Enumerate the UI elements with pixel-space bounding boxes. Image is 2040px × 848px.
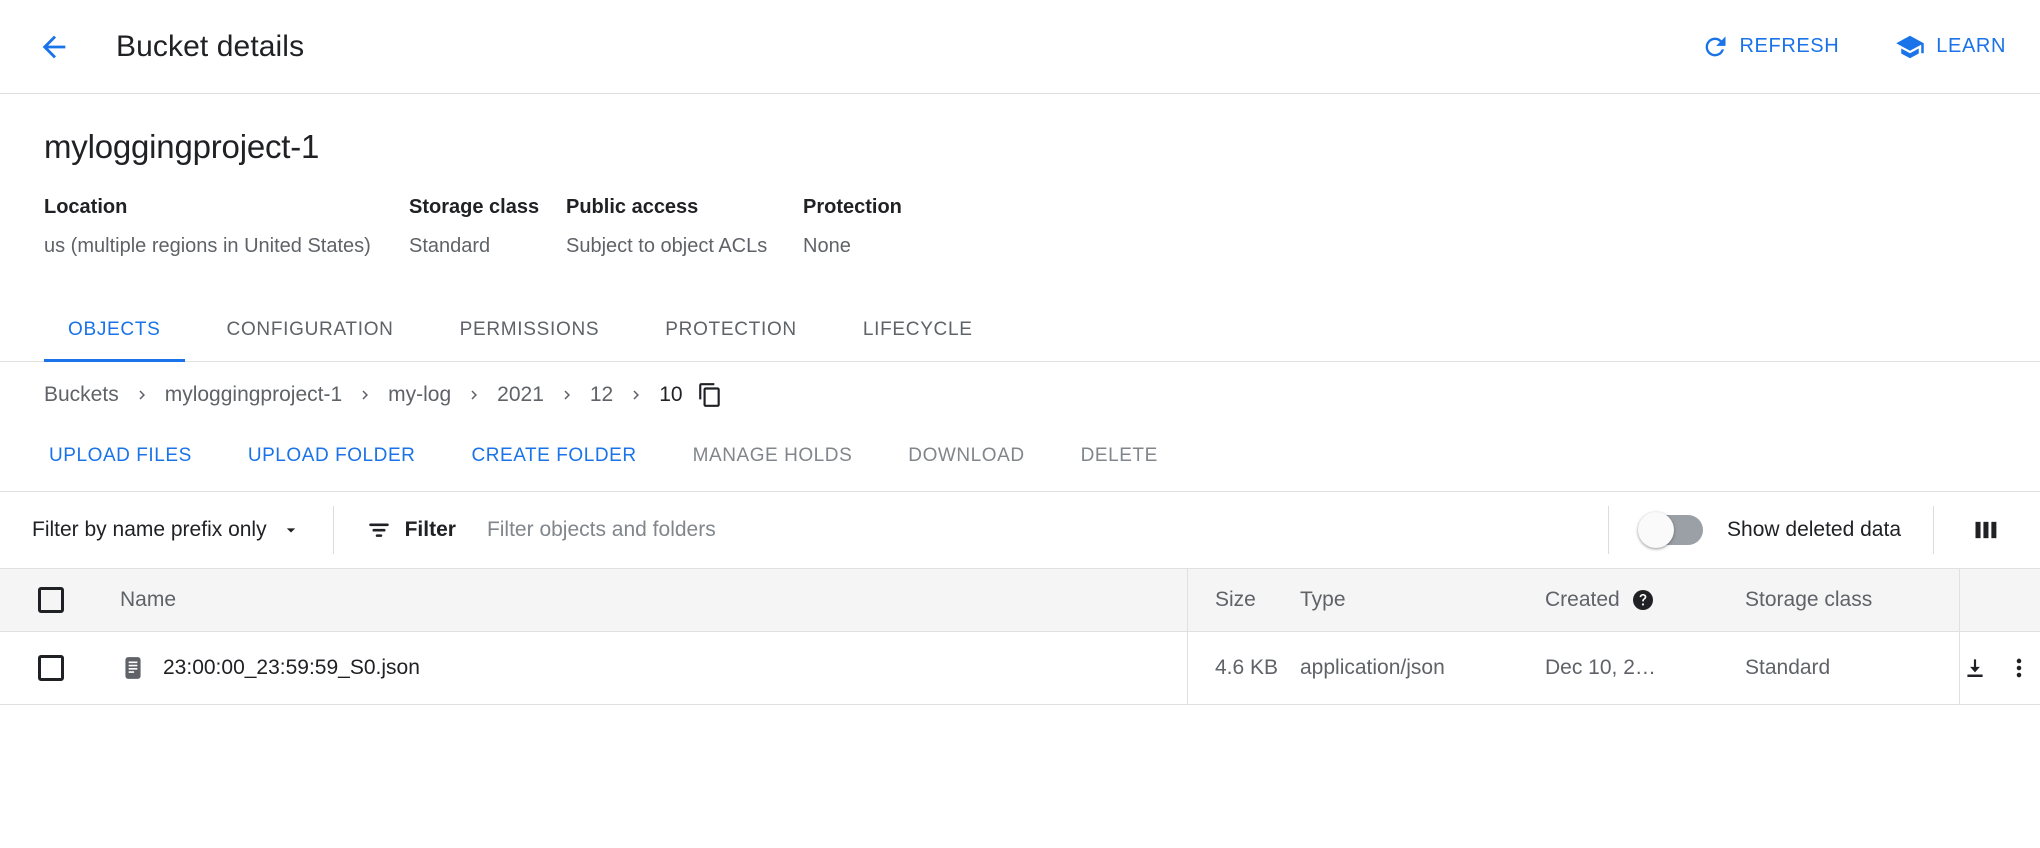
tab-configuration[interactable]: CONFIGURATION xyxy=(203,299,418,361)
back-button[interactable] xyxy=(30,23,78,71)
row-name-link[interactable]: 23:00:00_23:59:59_S0.json xyxy=(163,656,420,680)
school-icon xyxy=(1895,32,1925,62)
column-header-size[interactable]: Size xyxy=(1188,588,1300,612)
meta-public-access-label: Public access xyxy=(566,196,803,219)
download-button[interactable]: DOWNLOAD xyxy=(899,435,1033,477)
chevron-right-icon xyxy=(627,386,645,404)
row-storage-class: Standard xyxy=(1745,632,1960,704)
bucket-name: myloggingproject-1 xyxy=(44,128,1996,166)
select-all-cell xyxy=(0,587,92,613)
delete-button[interactable]: DELETE xyxy=(1072,435,1167,477)
breadcrumb: Buckets myloggingproject-1 my-log 2021 1… xyxy=(0,362,2040,400)
meta-location-value: us (multiple regions in United States) xyxy=(44,235,409,258)
tab-permissions[interactable]: PERMISSIONS xyxy=(436,299,624,361)
download-icon xyxy=(1962,655,1988,681)
row-type: application/json xyxy=(1300,656,1545,680)
filter-button[interactable]: Filter xyxy=(366,517,456,543)
refresh-button[interactable]: REFRESH xyxy=(1701,33,1840,61)
tab-objects[interactable]: OBJECTS xyxy=(44,299,185,361)
tab-bar: OBJECTS CONFIGURATION PERMISSIONS PROTEC… xyxy=(0,300,2040,362)
show-deleted-data-label: Show deleted data xyxy=(1727,518,1901,542)
meta-protection-value: None xyxy=(803,235,1003,258)
object-actions-toolbar: UPLOAD FILES UPLOAD FOLDER CREATE FOLDER… xyxy=(0,420,2040,492)
toggle-knob xyxy=(1638,512,1674,548)
filter-list-icon xyxy=(366,517,392,543)
breadcrumb-item-bucket[interactable]: myloggingproject-1 xyxy=(165,383,342,407)
tab-lifecycle[interactable]: LIFECYCLE xyxy=(839,299,997,361)
column-header-name[interactable]: Name xyxy=(92,569,1188,631)
refresh-label: REFRESH xyxy=(1740,35,1840,58)
upload-files-button[interactable]: UPLOAD FILES xyxy=(40,435,201,477)
json-file-icon xyxy=(120,655,146,681)
column-settings-button[interactable] xyxy=(1966,510,2006,550)
back-arrow-icon xyxy=(37,30,71,64)
meta-protection-label: Protection xyxy=(803,196,1003,219)
meta-public-access: Public access Subject to object ACLs xyxy=(566,196,803,258)
chevron-right-icon xyxy=(133,386,151,404)
row-download-button[interactable] xyxy=(1962,655,1988,681)
filter-divider-left xyxy=(333,506,334,554)
chevron-down-icon xyxy=(281,520,301,540)
app-bar: Bucket details REFRESH LEARN xyxy=(0,0,2040,94)
meta-storage-class-value: Standard xyxy=(409,235,566,258)
meta-location: Location us (multiple regions in United … xyxy=(44,196,409,258)
help-icon[interactable] xyxy=(1631,588,1655,612)
learn-button[interactable]: LEARN xyxy=(1895,32,2006,62)
columns-icon xyxy=(1972,516,2000,544)
table-row[interactable]: 23:00:00_23:59:59_S0.json 4.6 KB applica… xyxy=(0,632,2040,705)
breadcrumb-item-month[interactable]: 12 xyxy=(590,383,613,407)
learn-label: LEARN xyxy=(1936,35,2006,58)
toggle-track xyxy=(1641,515,1703,545)
row-more-menu-button[interactable] xyxy=(2006,655,2032,681)
row-checkbox[interactable] xyxy=(38,655,64,681)
copy-path-button[interactable] xyxy=(697,382,723,408)
meta-location-label: Location xyxy=(44,196,409,219)
manage-holds-button[interactable]: MANAGE HOLDS xyxy=(684,435,862,477)
column-header-storage-class[interactable]: Storage class xyxy=(1745,569,1960,631)
filter-mode-select[interactable]: Filter by name prefix only xyxy=(32,518,301,542)
more-vert-icon xyxy=(2006,655,2032,681)
table-header-row: Name Size Type Created Storage class xyxy=(0,568,2040,632)
objects-table: Name Size Type Created Storage class xyxy=(0,568,2040,705)
filter-bar: Filter by name prefix only Filter Show d… xyxy=(0,492,2040,568)
upload-folder-button[interactable]: UPLOAD FOLDER xyxy=(239,435,425,477)
row-select-cell xyxy=(0,655,92,681)
refresh-icon xyxy=(1701,33,1729,61)
meta-protection: Protection None xyxy=(803,196,1003,258)
meta-storage-class: Storage class Standard xyxy=(409,196,566,258)
bucket-meta-row: Location us (multiple regions in United … xyxy=(44,196,1996,258)
chevron-right-icon xyxy=(465,386,483,404)
breadcrumb-item-my-log[interactable]: my-log xyxy=(388,383,451,407)
columns-divider xyxy=(1933,506,1934,554)
column-header-created[interactable]: Created xyxy=(1545,588,1745,612)
breadcrumb-item-buckets[interactable]: Buckets xyxy=(44,383,119,407)
meta-storage-class-label: Storage class xyxy=(409,196,566,219)
filter-mode-label: Filter by name prefix only xyxy=(32,518,267,542)
create-folder-button[interactable]: CREATE FOLDER xyxy=(462,435,645,477)
bucket-summary: myloggingproject-1 Location us (multiple… xyxy=(0,94,2040,258)
chevron-right-icon xyxy=(558,386,576,404)
breadcrumb-item-year[interactable]: 2021 xyxy=(497,383,544,407)
breadcrumb-item-day: 10 xyxy=(659,383,682,407)
page-title: Bucket details xyxy=(116,30,304,64)
select-all-checkbox[interactable] xyxy=(38,587,64,613)
filter-input[interactable] xyxy=(485,517,1045,543)
column-header-type[interactable]: Type xyxy=(1300,588,1545,612)
meta-public-access-value: Subject to object ACLs xyxy=(566,235,803,258)
row-name-cell: 23:00:00_23:59:59_S0.json xyxy=(92,632,1188,704)
column-header-created-label: Created xyxy=(1545,588,1620,612)
row-created: Dec 10, 2… xyxy=(1545,656,1745,680)
chevron-right-icon xyxy=(356,386,374,404)
filter-divider-right xyxy=(1608,506,1609,554)
row-actions-cell xyxy=(1960,655,2040,681)
copy-icon xyxy=(697,382,723,408)
tab-protection[interactable]: PROTECTION xyxy=(641,299,821,361)
filter-label: Filter xyxy=(405,518,456,542)
show-deleted-data-toggle[interactable]: Show deleted data xyxy=(1641,515,1901,545)
row-size: 4.6 KB xyxy=(1188,656,1300,680)
